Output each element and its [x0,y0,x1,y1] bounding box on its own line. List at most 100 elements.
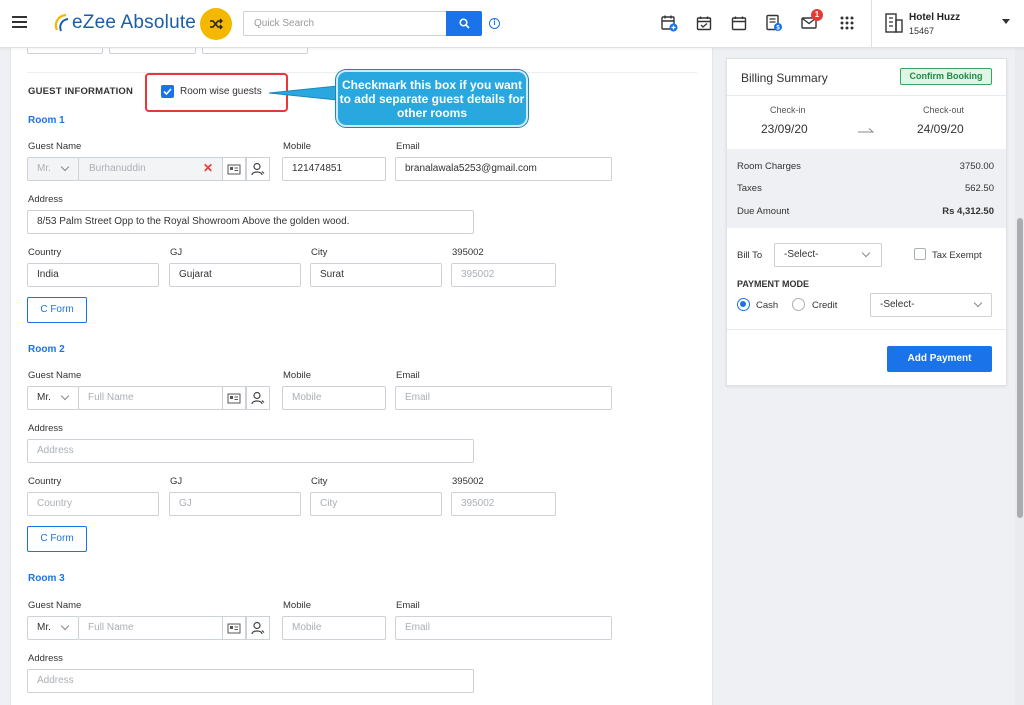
billing-title: Billing Summary [741,71,828,85]
address-input[interactable]: Address [27,439,474,463]
country-input[interactable]: India [27,263,159,287]
mobile-label: Mobile [283,370,311,381]
city-label: City [311,476,328,487]
address-input[interactable]: 8/53 Palm Street Opp to the Royal Showro… [27,210,474,234]
salutation-select[interactable]: Mr. [27,386,79,410]
top-tab-2[interactable] [109,48,196,54]
email-input[interactable]: Email [395,616,612,640]
cash-label: Cash [756,300,779,311]
tooltip-callout: Checkmark this box if you want to add se… [336,70,528,127]
c-form-button[interactable]: C Form [27,526,87,552]
country-label: Country [28,247,62,258]
user-add-icon [251,391,265,405]
city-input[interactable]: City [310,492,442,516]
country-input[interactable]: Country [27,492,159,516]
mail-icon[interactable]: 1 [799,9,823,33]
email-label: Email [396,600,420,611]
calendar-check-icon[interactable] [694,13,714,33]
payment-method-select[interactable]: -Select- [870,293,992,317]
guest-name-label: Guest Name [28,370,82,381]
address-label: Address [28,653,63,664]
divider [727,95,1006,96]
mobile-input[interactable]: 121474851 [282,157,386,181]
tax-exempt-checkbox[interactable] [914,248,926,260]
menu-icon[interactable] [12,16,27,28]
app-logo[interactable]: eZee Absolute [52,10,196,36]
state-label: GJ [170,476,183,487]
state-input[interactable]: GJ [169,492,301,516]
room-1-title: Room 1 [28,115,65,126]
email-label: Email [396,141,420,152]
state-label: GJ [170,247,183,258]
id-card-button[interactable] [222,616,246,640]
address-label: Address [28,194,63,205]
apps-grid-icon[interactable] [837,13,857,33]
checkout-date: 24/09/20 [917,122,964,136]
hotel-id: 15467 [909,26,935,36]
top-bar: eZee Absolute Quick Search i $ 1 Hotel H… [0,0,1024,48]
credit-radio[interactable] [792,298,805,311]
id-card-button[interactable] [222,157,246,181]
id-card-icon [227,164,241,174]
c-form-button[interactable]: C Form [27,297,87,323]
address-label: Address [28,423,63,434]
scrollbar-thumb[interactable] [1017,218,1023,518]
room-wise-guests-label[interactable]: Room wise guests [180,86,262,97]
zip-input[interactable]: 395002 [451,492,556,516]
calendar-icon[interactable] [729,13,749,33]
id-card-icon [227,393,241,403]
chevron-down-icon[interactable] [1002,19,1010,24]
mobile-label: Mobile [283,600,311,611]
search-input[interactable]: Quick Search [243,11,447,36]
clear-icon[interactable]: ✕ [203,161,213,175]
id-card-button[interactable] [222,386,246,410]
guest-lookup-button[interactable] [246,157,270,181]
guest-lookup-button[interactable] [246,616,270,640]
mobile-input[interactable]: Mobile [282,386,386,410]
shuffle-icon [210,18,223,30]
salutation-select[interactable]: Mr. [27,157,79,181]
add-payment-button[interactable]: Add Payment [887,346,992,372]
hotel-name[interactable]: Hotel Huzz [909,12,960,23]
divider [727,329,1006,330]
invoice-icon[interactable]: $ [764,13,784,33]
mobile-input[interactable]: Mobile [282,616,386,640]
guest-name-input[interactable]: Burhanuddin [78,157,223,181]
add-booking-calendar-icon[interactable] [659,13,679,33]
tax-exempt-label: Tax Exempt [932,250,982,261]
hotel-divider [871,0,872,48]
salutation-select[interactable]: Mr. [27,616,79,640]
guest-name-label: Guest Name [28,600,82,611]
zip-input[interactable]: 395002 [451,263,556,287]
guest-name-input[interactable]: Full Name [78,616,223,640]
city-label: City [311,247,328,258]
charges-section: Room Charges 3750.00 Taxes 562.50 Due Am… [727,149,1006,228]
user-add-icon [251,621,265,635]
top-tab-1[interactable] [27,48,103,54]
country-label: Country [28,476,62,487]
app-name: eZee Absolute [72,12,197,33]
room-wise-guests-checkbox[interactable] [161,85,174,98]
logo-swoosh-icon [54,13,69,32]
billing-summary-card: Billing Summary Confirm Booking Check-in… [726,58,1007,386]
top-tab-3[interactable] [202,48,308,54]
city-input[interactable]: Surat [310,263,442,287]
address-input[interactable]: Address [27,669,474,693]
taxes-label: Taxes [737,183,762,194]
mobile-label: Mobile [283,141,311,152]
room-charges-label: Room Charges [737,161,801,172]
payment-mode-label: PAYMENT MODE [737,279,810,289]
state-input[interactable]: Gujarat [169,263,301,287]
info-icon[interactable]: i [489,18,500,29]
email-input[interactable]: branalawala5253@gmail.com [395,157,612,181]
guest-name-input[interactable]: Full Name [78,386,223,410]
user-add-icon [251,162,265,176]
shuffle-button[interactable] [200,8,232,40]
email-label: Email [396,370,420,381]
search-button[interactable] [446,11,482,36]
email-input[interactable]: Email [395,386,612,410]
section-title: GUEST INFORMATION [28,86,134,97]
arrow-right-icon [858,128,874,133]
cash-radio[interactable] [737,298,750,311]
guest-lookup-button[interactable] [246,386,270,410]
